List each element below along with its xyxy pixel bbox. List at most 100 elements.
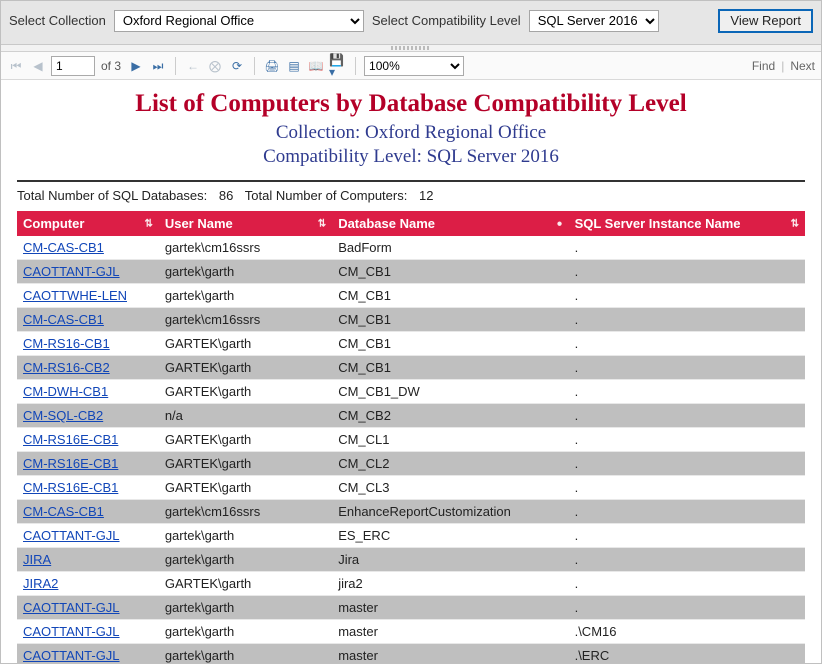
computer-link[interactable]: JIRA2 bbox=[23, 576, 58, 591]
db-cell: jira2 bbox=[332, 572, 568, 596]
sort-icon: ⇅ bbox=[791, 218, 799, 229]
user-cell: GARTEK\garth bbox=[159, 476, 332, 500]
computer-link[interactable]: CAOTTANT-GJL bbox=[23, 528, 120, 543]
computer-link[interactable]: CAOTTWHE-LEN bbox=[23, 288, 127, 303]
user-cell: GARTEK\garth bbox=[159, 356, 332, 380]
user-cell: gartek\garth bbox=[159, 596, 332, 620]
db-cell: CM_CB1 bbox=[332, 332, 568, 356]
db-cell: CM_CB1_DW bbox=[332, 380, 568, 404]
instance-cell: . bbox=[569, 332, 805, 356]
last-page-icon[interactable]: ⏭ bbox=[149, 57, 167, 75]
totals-line: Total Number of SQL Databases: 86 Total … bbox=[17, 188, 805, 203]
sort-icon: ⇅ bbox=[318, 218, 326, 229]
report-sub-collection: Collection: Oxford Regional Office bbox=[17, 122, 805, 144]
computer-link[interactable]: CM-DWH-CB1 bbox=[23, 384, 108, 399]
user-cell: GARTEK\garth bbox=[159, 428, 332, 452]
computer-link[interactable]: JIRA bbox=[23, 552, 51, 567]
instance-cell: . bbox=[569, 260, 805, 284]
refresh-icon[interactable]: ⟳ bbox=[228, 57, 246, 75]
print-layout-icon[interactable]: ▤ bbox=[285, 57, 303, 75]
select-compat-label: Select Compatibility Level bbox=[372, 13, 521, 28]
view-report-button[interactable]: View Report bbox=[718, 9, 813, 33]
divider bbox=[17, 180, 805, 182]
computer-link[interactable]: CM-RS16E-CB1 bbox=[23, 480, 118, 495]
page-number-input[interactable] bbox=[51, 56, 95, 76]
computer-link[interactable]: CM-CAS-CB1 bbox=[23, 240, 104, 255]
instance-cell: . bbox=[569, 596, 805, 620]
print-icon[interactable]: 🖨 bbox=[263, 57, 281, 75]
splitter-bar[interactable] bbox=[1, 45, 821, 52]
table-row: CM-RS16E-CB1GARTEK\garthCM_CL2. bbox=[17, 452, 805, 476]
user-cell: gartek\cm16ssrs bbox=[159, 236, 332, 260]
computer-link[interactable]: CM-RS16-CB1 bbox=[23, 336, 110, 351]
table-row: CM-RS16-CB1GARTEK\garthCM_CB1. bbox=[17, 332, 805, 356]
user-cell: gartek\garth bbox=[159, 284, 332, 308]
computer-link[interactable]: CAOTTANT-GJL bbox=[23, 264, 120, 279]
db-cell: CM_CL2 bbox=[332, 452, 568, 476]
export-icon[interactable]: 💾▾ bbox=[329, 57, 347, 75]
user-cell: n/a bbox=[159, 404, 332, 428]
report-sub-compat: Compatibility Level: SQL Server 2016 bbox=[17, 146, 805, 168]
db-cell: CM_CL1 bbox=[332, 428, 568, 452]
computer-link[interactable]: CAOTTANT-GJL bbox=[23, 600, 120, 615]
table-row: CM-RS16E-CB1 GARTEK\garthCM_CL1. bbox=[17, 428, 805, 452]
col-computer[interactable]: Computer⇅ bbox=[17, 211, 159, 236]
computer-link[interactable]: CM-RS16-CB2 bbox=[23, 360, 110, 375]
db-cell: CM_CB1 bbox=[332, 284, 568, 308]
user-cell: gartek\garth bbox=[159, 620, 332, 644]
select-compat-dropdown[interactable]: SQL Server 2016 bbox=[529, 10, 659, 32]
computer-link[interactable]: CM-RS16E-CB1 bbox=[23, 456, 118, 471]
sort-icon: ⇅ bbox=[144, 218, 152, 229]
back-icon[interactable]: ← bbox=[184, 57, 202, 75]
next-page-icon[interactable]: ▶ bbox=[127, 57, 145, 75]
prev-page-icon[interactable]: ◀ bbox=[29, 57, 47, 75]
db-cell: master bbox=[332, 596, 568, 620]
db-cell: master bbox=[332, 620, 568, 644]
instance-cell: . bbox=[569, 476, 805, 500]
table-row: CM-CAS-CB1gartek\cm16ssrsBadForm. bbox=[17, 236, 805, 260]
table-row: CAOTTANT-GJL gartek\garthmaster.\CM16 bbox=[17, 620, 805, 644]
db-cell: CM_CB1 bbox=[332, 260, 568, 284]
select-collection-dropdown[interactable]: Oxford Regional Office bbox=[114, 10, 364, 32]
next-link[interactable]: Next bbox=[790, 59, 815, 73]
col-instance[interactable]: SQL Server Instance Name⇅ bbox=[569, 211, 805, 236]
table-row: CM-DWH-CB1 GARTEK\garthCM_CB1_DW. bbox=[17, 380, 805, 404]
instance-cell: . bbox=[569, 356, 805, 380]
instance-cell: . bbox=[569, 572, 805, 596]
page-of-label: of 3 bbox=[101, 59, 121, 73]
user-cell: gartek\garth bbox=[159, 260, 332, 284]
first-page-icon[interactable]: ⏮ bbox=[7, 57, 25, 75]
db-cell: CM_CL3 bbox=[332, 476, 568, 500]
table-row: CM-CAS-CB1gartek\cm16ssrsEnhanceReportCu… bbox=[17, 500, 805, 524]
page-setup-icon[interactable]: 📖 bbox=[307, 57, 325, 75]
col-db[interactable]: Database Name● bbox=[332, 211, 568, 236]
table-row: JIRA2GARTEK\garthjira2. bbox=[17, 572, 805, 596]
user-cell: gartek\garth bbox=[159, 548, 332, 572]
instance-cell: . bbox=[569, 380, 805, 404]
col-user[interactable]: User Name⇅ bbox=[159, 211, 332, 236]
report-viewport[interactable]: List of Computers by Database Compatibil… bbox=[1, 80, 821, 663]
results-table: Computer⇅ User Name⇅ Database Name● SQL … bbox=[17, 211, 805, 663]
stop-icon[interactable]: ⨂ bbox=[206, 57, 224, 75]
table-row: JIRAgartek\garthJira. bbox=[17, 548, 805, 572]
computer-link[interactable]: CAOTTANT-GJL bbox=[23, 648, 120, 663]
computer-link[interactable]: CM-SQL-CB2 bbox=[23, 408, 103, 423]
computer-link[interactable]: CM-CAS-CB1 bbox=[23, 312, 104, 327]
table-row: CAOTTANT-GJLgartek\garthmaster.\ERC bbox=[17, 644, 805, 664]
user-cell: GARTEK\garth bbox=[159, 380, 332, 404]
instance-cell: . bbox=[569, 524, 805, 548]
zoom-select[interactable]: 100% bbox=[364, 56, 464, 76]
report-toolbar: ⏮ ◀ of 3 ▶ ⏭ ← ⨂ ⟳ 🖨 ▤ 📖 💾▾ 100% Find | … bbox=[1, 52, 821, 80]
computer-link[interactable]: CAOTTANT-GJL bbox=[23, 624, 120, 639]
computer-link[interactable]: CM-RS16E-CB1 bbox=[23, 432, 118, 447]
find-link[interactable]: Find bbox=[752, 59, 775, 73]
user-cell: gartek\cm16ssrs bbox=[159, 500, 332, 524]
instance-cell: . bbox=[569, 404, 805, 428]
report-title: List of Computers by Database Compatibil… bbox=[17, 90, 805, 118]
instance-cell: . bbox=[569, 428, 805, 452]
instance-cell: .\CM16 bbox=[569, 620, 805, 644]
computer-link[interactable]: CM-CAS-CB1 bbox=[23, 504, 104, 519]
table-row: CAOTTANT-GJLgartek\garthES_ERC. bbox=[17, 524, 805, 548]
db-cell: BadForm bbox=[332, 236, 568, 260]
instance-cell: .\ERC bbox=[569, 644, 805, 664]
